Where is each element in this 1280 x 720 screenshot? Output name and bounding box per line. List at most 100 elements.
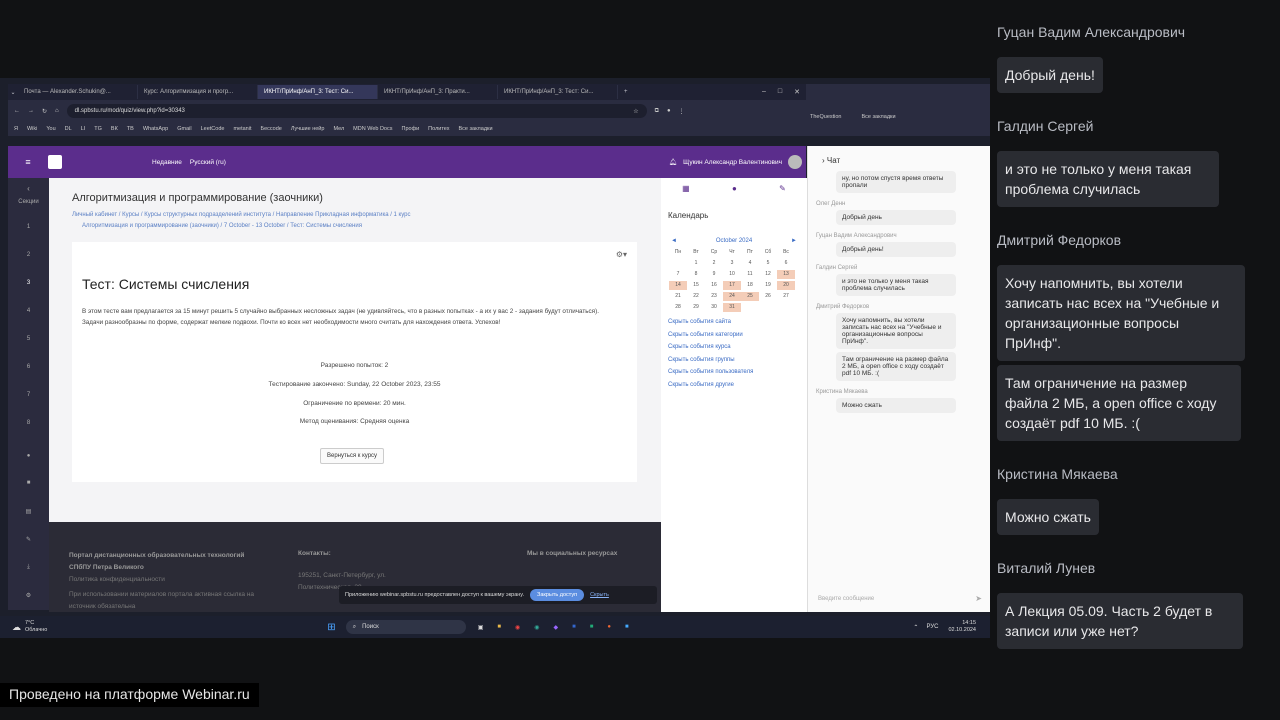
back-to-course-button[interactable]: Вернуться к курсу (320, 448, 385, 464)
blocks-icon[interactable]: ▦ (682, 184, 690, 193)
calendar-day[interactable]: 16 (705, 281, 723, 290)
gear-icon[interactable]: ⚙▾ (616, 250, 627, 259)
bookmark[interactable]: Wiki (27, 126, 37, 132)
file-icon[interactable]: ▤ (8, 508, 49, 515)
address-bar[interactable]: dl.spbstu.ru/mod/quiz/view.php?id=30343 ☆ (66, 104, 647, 118)
collapse-icon[interactable]: ‹ (8, 184, 49, 193)
stop-sharing-button[interactable]: Закрыть доступ (530, 589, 585, 601)
calendar-day[interactable]: 17 (723, 281, 741, 290)
calendar-day[interactable]: 6 (777, 259, 795, 268)
calendar-day[interactable]: 18 (741, 281, 759, 290)
vs-icon[interactable]: ◆ (553, 624, 558, 631)
more-icon[interactable]: ⋮ (679, 108, 685, 115)
filter-course-events[interactable]: Скрыть события курса (668, 341, 807, 354)
calendar-day[interactable]: 12 (759, 270, 777, 279)
tab-menu-icon[interactable]: ⌄ (8, 89, 18, 96)
close-icon[interactable]: ✕ (794, 88, 800, 96)
bookmark[interactable]: Все закладки (459, 126, 493, 132)
hamburger-icon[interactable]: ≡ (8, 157, 48, 167)
language-menu[interactable]: Русский (ru) (190, 159, 226, 166)
section-link[interactable]: 4 (8, 308, 49, 314)
bookmark[interactable]: Лучшие нейр (291, 126, 325, 132)
tab-quiz-2[interactable]: ИКНТ/ПрИнф/АнП_3: Тест: Си... (498, 85, 618, 99)
calendar-day[interactable]: 14 (669, 281, 687, 290)
download-icon[interactable]: ⤓ (8, 564, 49, 571)
tab-practice[interactable]: ИКНТ/ПрИнф/АнП_3: Практи... (378, 85, 498, 99)
section-link[interactable]: 8 (8, 420, 49, 426)
hide-button[interactable]: Скрыть (590, 592, 609, 598)
avatar[interactable] (788, 155, 802, 169)
calendar-day[interactable]: 11 (741, 270, 759, 279)
calendar-day[interactable]: 30 (705, 303, 723, 312)
filter-category-events[interactable]: Скрыть события категории (668, 329, 807, 342)
calendar-day[interactable]: 2 (705, 259, 723, 268)
breadcrumb-line[interactable]: Алгоритмизация и программирование (заочн… (72, 221, 512, 232)
calendar-day[interactable]: 20 (777, 281, 795, 290)
section-link[interactable]: 6 (8, 364, 49, 370)
calendar-day[interactable]: 28 (669, 303, 687, 312)
bookmark[interactable]: TheQuestion (810, 114, 842, 120)
pen-icon[interactable]: ✎ (779, 184, 786, 193)
chevron-right-icon[interactable]: › (822, 156, 825, 165)
extensions-icon[interactable]: ⧉ (655, 108, 659, 115)
bookmark[interactable]: You (46, 126, 55, 132)
forward-icon[interactable]: → (28, 108, 34, 114)
filter-group-events[interactable]: Скрыть события группы (668, 354, 807, 367)
new-tab-icon[interactable]: + (618, 89, 634, 95)
settings-icon[interactable]: ⚙ (8, 592, 49, 599)
calendar-day[interactable]: 7 (669, 270, 687, 279)
section-link[interactable]: 1 (8, 224, 49, 230)
calendar-day[interactable]: 26 (759, 292, 777, 301)
section-link[interactable]: 5 (8, 336, 49, 342)
edit-icon[interactable]: ✎ (8, 536, 49, 543)
calendar-day[interactable]: 22 (687, 292, 705, 301)
bookmark[interactable]: Все закладки (862, 114, 896, 120)
bell-icon[interactable]: 🔔︎ (669, 158, 677, 166)
calendar-day[interactable]: 23 (705, 292, 723, 301)
bookmark[interactable]: LeetCode (201, 126, 225, 132)
files-icon[interactable]: ▣ (478, 624, 484, 631)
breadcrumb-line[interactable]: Личный кабинет / Курсы / Курсы структурн… (72, 210, 512, 221)
people-icon[interactable]: ● (8, 453, 49, 459)
bookmark[interactable]: LI (81, 126, 86, 132)
tab-course[interactable]: Курс: Алгоритмизация и прогр... (138, 85, 258, 99)
maximize-icon[interactable]: □ (778, 88, 782, 96)
calendar-day[interactable]: 5 (759, 259, 777, 268)
bookmark[interactable]: TG (94, 126, 102, 132)
bookmark[interactable]: MDN Web Docs (353, 126, 392, 132)
tab-mail[interactable]: Почта — Alexander.Schukin@... (18, 85, 138, 99)
section-link[interactable]: 3 (8, 280, 49, 286)
bookmark[interactable]: Профи (402, 126, 420, 132)
word-icon[interactable]: ■ (572, 624, 576, 630)
calendar-day[interactable]: 10 (723, 270, 741, 279)
bookmark[interactable]: ВК (111, 126, 118, 132)
prev-month-icon[interactable]: ◄ (671, 238, 677, 244)
filter-other-events[interactable]: Скрыть события другие (668, 379, 807, 392)
filter-site-events[interactable]: Скрыть события сайта (668, 316, 807, 329)
app-icon[interactable]: ■ (625, 624, 629, 630)
bookmark[interactable]: Я (14, 126, 18, 132)
recent-menu[interactable]: Недавние (152, 159, 182, 166)
minimize-icon[interactable]: – (762, 88, 766, 96)
bookmark-star-icon[interactable]: ☆ (633, 108, 638, 115)
bookmark[interactable]: Gmail (177, 126, 191, 132)
bookmark[interactable]: metanit (233, 126, 251, 132)
edge-icon[interactable]: ◉ (534, 624, 539, 631)
profile-icon[interactable]: ● (667, 108, 671, 114)
language-indicator[interactable]: РУС (926, 624, 938, 630)
calendar-day[interactable]: 25 (741, 292, 759, 301)
calendar-day[interactable]: 8 (687, 270, 705, 279)
reload-icon[interactable]: ↻ (42, 108, 47, 115)
bookmark[interactable]: Политех (428, 126, 449, 132)
powerpoint-icon[interactable]: ● (607, 624, 611, 630)
calendar-day[interactable]: 3 (723, 259, 741, 268)
bookmark[interactable]: Бесcode (260, 126, 281, 132)
inner-chat-input[interactable]: Введите сообщение (818, 596, 874, 602)
chat-bubble-icon[interactable]: ● (732, 184, 737, 193)
section-link[interactable]: 7 (8, 392, 49, 398)
footer-privacy-link[interactable]: Политика конфиденциальности (69, 576, 249, 583)
bookmark[interactable]: DL (65, 126, 72, 132)
send-icon[interactable]: ➤ (975, 594, 982, 603)
home-icon[interactable]: ⌂ (55, 108, 59, 114)
bookmark[interactable]: Мел (333, 126, 344, 132)
